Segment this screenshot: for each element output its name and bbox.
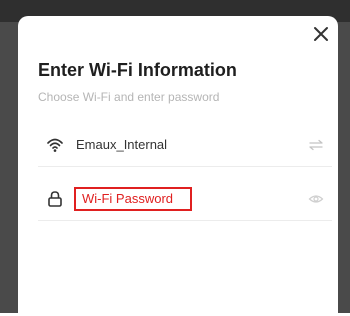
password-row: Wi-Fi Password bbox=[38, 178, 332, 221]
close-icon[interactable] bbox=[312, 25, 330, 43]
wifi-network-row[interactable]: Emaux_Internal bbox=[38, 124, 332, 167]
lock-icon bbox=[48, 191, 62, 207]
eye-icon[interactable] bbox=[308, 191, 324, 207]
dialog-title: Enter Wi-Fi Information bbox=[38, 60, 237, 80]
wifi-info-dialog: Enter Wi-Fi Information Choose Wi-Fi and… bbox=[18, 16, 338, 316]
wifi-ssid: Emaux_Internal bbox=[76, 137, 168, 152]
password-placeholder: Wi-Fi Password bbox=[82, 191, 174, 206]
wifi-icon bbox=[47, 138, 63, 152]
password-input[interactable]: Wi-Fi Password bbox=[74, 187, 192, 211]
swap-icon[interactable] bbox=[308, 137, 324, 153]
dialog-subtitle: Choose Wi-Fi and enter password bbox=[38, 90, 220, 104]
